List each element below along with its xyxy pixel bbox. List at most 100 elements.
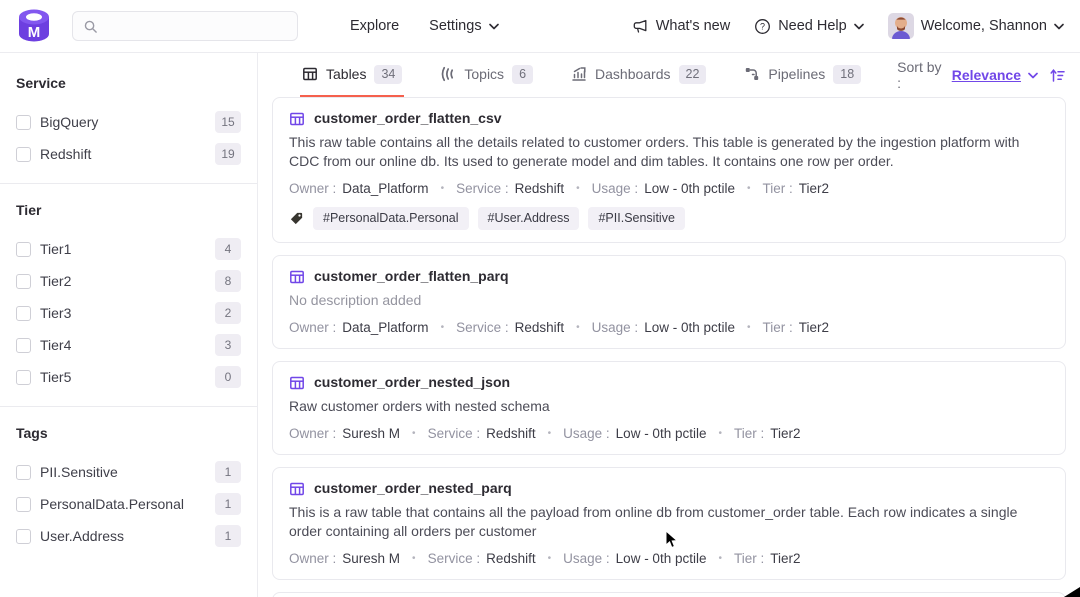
card-description: This raw table contains all the details … xyxy=(289,133,1049,171)
meta-label-owner: Owner : xyxy=(289,550,336,567)
table-card-customer-order-flatten-parq[interactable]: customer_order_flatten_parq No descriptio… xyxy=(272,255,1066,349)
tab-pipelines[interactable]: Pipelines18 xyxy=(742,53,863,97)
card-title-row: customer_order_flatten_csv xyxy=(289,110,1049,127)
tag-pill-pii-sensitive[interactable]: #PII.Sensitive xyxy=(588,207,684,230)
tab-dashboards[interactable]: Dashboards 22 xyxy=(569,53,708,97)
filter-item-redshift[interactable]: Redshift19 xyxy=(16,138,241,170)
svg-text:M: M xyxy=(28,24,41,41)
filter-item-tier2[interactable]: Tier2 8 xyxy=(16,265,241,297)
sort-field-dropdown[interactable]: Relevance xyxy=(952,67,1021,83)
meta-value-owner: Suresh M xyxy=(342,425,400,442)
whats-new-link[interactable]: What's new xyxy=(632,18,731,35)
tab-topics[interactable]: Topics6 xyxy=(438,53,535,97)
meta-separator: • xyxy=(576,319,580,336)
card-title[interactable]: customer_order_nested_json xyxy=(314,374,510,391)
checkbox[interactable] xyxy=(16,338,31,353)
meta-value-usage: Low - 0th pctile xyxy=(616,550,707,567)
table-card-customer-order-nested-json[interactable]: customer_order_nested_jsonRaw customer o… xyxy=(272,361,1066,455)
sort-ascending-icon[interactable] xyxy=(1049,67,1066,84)
meta-separator: • xyxy=(747,180,751,197)
filter-item-tier5[interactable]: Tier50 xyxy=(16,361,241,393)
meta-label-service: Service : xyxy=(456,319,509,336)
tag-pill-user-address[interactable]: #User.Address xyxy=(478,207,580,230)
dashboards-icon xyxy=(571,66,587,82)
table-card-customer-order-nested-parq[interactable]: customer_order_nested_parqThis is a raw … xyxy=(272,467,1066,580)
meta-label-tier: Tier : xyxy=(734,550,764,567)
openmetadata-logo[interactable]: M xyxy=(16,8,52,44)
meta-separator: • xyxy=(412,425,416,442)
checkbox[interactable] xyxy=(16,306,31,321)
need-help-menu[interactable]: ? Need Help xyxy=(754,18,864,35)
filter-item-label: Tier2 xyxy=(40,273,71,289)
filter-item-label: BigQuery xyxy=(40,114,98,130)
sidebar-divider xyxy=(0,183,257,184)
nav-settings[interactable]: Settings xyxy=(429,18,498,34)
meta-value-tier: Tier2 xyxy=(770,425,800,442)
search-input[interactable] xyxy=(105,18,287,35)
checkbox[interactable] xyxy=(16,497,31,512)
filter-count-badge: 1 xyxy=(215,493,241,515)
filter-item-label: PersonalData.Personal xyxy=(40,496,184,512)
checkbox[interactable] xyxy=(16,370,31,385)
checkbox[interactable] xyxy=(16,529,31,544)
sidebar-divider xyxy=(0,406,257,407)
nav-explore[interactable]: Explore xyxy=(350,18,399,34)
header-right: What's new ? Need Help xyxy=(632,13,1064,39)
table-card-customer-order-flatten-csv[interactable]: customer_order_flatten_csv This raw table… xyxy=(272,97,1066,243)
meta-separator: • xyxy=(718,425,722,442)
tab-count-badge: 22 xyxy=(679,65,707,84)
filter-item-tier1[interactable]: Tier14 xyxy=(16,233,241,265)
card-description: No description added xyxy=(289,291,1049,310)
card-title[interactable]: customer_order_flatten_csv xyxy=(314,110,502,127)
global-search[interactable] xyxy=(72,11,298,41)
svg-text:?: ? xyxy=(760,21,765,31)
filter-count-badge: 8 xyxy=(215,270,241,292)
card-title-row: customer_order_nested_parq xyxy=(289,480,1049,497)
meta-label-owner: Owner : xyxy=(289,425,336,442)
filter-item-label: User.Address xyxy=(40,528,124,544)
user-menu[interactable]: Welcome, Shannon xyxy=(888,13,1064,39)
tab-tables[interactable]: Tables34 xyxy=(300,53,404,97)
megaphone-icon xyxy=(632,18,649,35)
filter-item-tier3[interactable]: Tier32 xyxy=(16,297,241,329)
tab-label: Dashboards xyxy=(595,66,671,82)
meta-value-tier: Tier2 xyxy=(799,319,829,336)
checkbox[interactable] xyxy=(16,115,31,130)
tab-count-badge: 6 xyxy=(512,65,533,84)
meta-value-owner: Data_Platform xyxy=(342,319,428,336)
filter-item-tier4[interactable]: Tier43 xyxy=(16,329,241,361)
table-icon xyxy=(289,481,305,497)
need-help-label: Need Help xyxy=(778,18,847,34)
chevron-down-icon xyxy=(1054,23,1064,30)
card-title[interactable]: customer_order_flatten_parq xyxy=(314,268,509,285)
card-meta-row: Owner :Data_Platform•Service :Redshift•U… xyxy=(289,180,1049,197)
checkbox[interactable] xyxy=(16,242,31,257)
filter-item-pii-sensitive[interactable]: PII.Sensitive1 xyxy=(16,456,241,488)
filter-item-user-address[interactable]: User.Address1 xyxy=(16,520,241,552)
checkbox[interactable] xyxy=(16,274,31,289)
meta-value-tier: Tier2 xyxy=(770,550,800,567)
filter-item-personaldata-personal[interactable]: PersonalData.Personal 1 xyxy=(16,488,241,520)
chevron-down-icon[interactable] xyxy=(1028,72,1038,79)
meta-separator: • xyxy=(548,550,552,567)
help-circle-icon: ? xyxy=(754,18,771,35)
meta-value-owner: Data_Platform xyxy=(342,180,428,197)
meta-label-usage: Usage : xyxy=(563,550,610,567)
meta-label-tier: Tier : xyxy=(763,319,793,336)
sort-by-label: Sort by : xyxy=(897,59,945,91)
filter-count-badge: 3 xyxy=(215,334,241,356)
meta-value-service: Redshift xyxy=(486,425,536,442)
corner-artifact xyxy=(1064,587,1080,597)
search-results: customer_order_flatten_csv This raw table… xyxy=(272,97,1066,580)
meta-value-service: Redshift xyxy=(515,319,565,336)
meta-label-usage: Usage : xyxy=(563,425,610,442)
meta-separator: • xyxy=(548,425,552,442)
nav-settings-label: Settings xyxy=(429,18,481,34)
checkbox[interactable] xyxy=(16,465,31,480)
filter-item-label: PII.Sensitive xyxy=(40,464,118,480)
card-title[interactable]: customer_order_nested_parq xyxy=(314,480,512,497)
checkbox[interactable] xyxy=(16,147,31,162)
meta-separator: • xyxy=(718,550,722,567)
filter-item-bigquery[interactable]: BigQuery15 xyxy=(16,106,241,138)
tag-pill-personaldata-personal[interactable]: #PersonalData.Personal xyxy=(313,207,469,230)
